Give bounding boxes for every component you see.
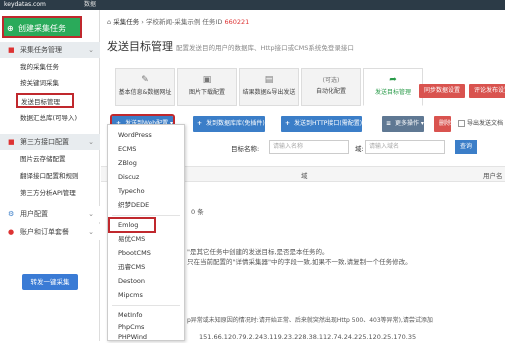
plus-icon: ⊕ [7, 24, 14, 33]
list-icon: ≡ [386, 120, 392, 127]
plus-icon: + [285, 120, 291, 127]
gear-icon: ⚙ [8, 210, 15, 218]
comment-settings-button[interactable]: 评论发布设置 [469, 84, 505, 98]
sidebar-section-label: 用户配置 [20, 210, 48, 218]
cms-option-discuz[interactable]: Discuz [108, 171, 184, 183]
search-button[interactable]: 查询 [455, 140, 477, 154]
column-domain: 域 [301, 172, 308, 180]
plug-icon: ■ [8, 138, 15, 146]
cms-option-mipcms[interactable]: Mipcms [108, 289, 184, 301]
cms-option-typecho[interactable]: Typecho [108, 185, 184, 197]
page-title: 发送目标管理 配置发送目的用户的数据库、Http接口或CMS系统免登录接口 [107, 38, 354, 54]
sidebar-item-send-targets[interactable]: 发送目标管理 [16, 93, 74, 108]
tab-label: 基本信息&数据网址 [118, 89, 172, 96]
export-label: 导出发送文档 [467, 120, 504, 127]
send-to-db-button[interactable]: + 发到数据库库(免插件) [193, 116, 265, 132]
sidebar-section-user-config[interactable]: ⚙ 用户配置 ⌄ [0, 206, 100, 222]
tab-label: 结果数据&导出发送 [242, 89, 296, 96]
domain-label: 域: [355, 145, 364, 153]
cms-option-ecms[interactable]: ECMS [108, 143, 184, 155]
cms-option-dede[interactable]: 织梦DEDE [108, 199, 184, 211]
sidebar-section-account[interactable]: ● 账户和订单套餐 ⌄ [0, 224, 100, 240]
user-icon: ● [8, 228, 15, 236]
sidebar-item-keyword-collect[interactable]: 按关键词采集 [0, 76, 100, 91]
tab-label: 图片下载配置 [188, 89, 225, 96]
tab-send-targets[interactable]: ➦ 发送目标管理 [363, 68, 423, 106]
dropdown-divider [112, 305, 180, 306]
home-icon: ⌂ [107, 18, 112, 26]
tab-basic-info[interactable]: ✎ 基本信息&数据网址 [115, 68, 175, 106]
sidebar-section-task-management[interactable]: ■ 采集任务管理 ⌄ [0, 42, 100, 58]
sidebar-item-my-tasks[interactable]: 我的采集任务 [0, 60, 100, 75]
target-name-label: 目标名称: [231, 145, 260, 153]
cms-option-zblog[interactable]: ZBlog [108, 157, 184, 169]
send-to-http-button[interactable]: + 发送到HTTP接口(需配置) [281, 116, 363, 132]
send-to-http-label: 发送到HTTP接口(需配置) [294, 120, 363, 127]
sidebar-item-translation[interactable]: 翻译接口配置和规则 [0, 169, 100, 184]
ip-whitelist: 151.66.120.79.2.243.119.23.228.38.112.74… [199, 333, 417, 341]
tab-image-download[interactable]: ▣ 图片下载配置 [177, 68, 237, 106]
chevron-down-icon: ⌄ [88, 210, 94, 218]
note-other-tasks: "是其它任务中创建的发送目标,是否是本任务的。 [187, 248, 329, 256]
cms-option-emlog[interactable]: Emlog [108, 217, 156, 233]
dropdown-divider [112, 215, 180, 216]
cms-dropdown-menu: WordPress ECMS ZBlog Discuz Typecho 织梦DE… [107, 124, 185, 341]
more-actions-button[interactable]: ≡ 更多操作 ▾ [382, 116, 424, 132]
cms-option-xunrui[interactable]: 迅睿CMS [108, 261, 184, 273]
image-icon: ▣ [202, 75, 212, 85]
folder-icon: ■ [8, 46, 15, 54]
tab-label: 发送目标管理 [374, 89, 411, 96]
sidebar: ⊕ 创建采集任务 ■ 采集任务管理 ⌄ 我的采集任务 按关键词采集 发送目标管理… [0, 10, 100, 341]
export-checkbox[interactable] [458, 120, 465, 127]
column-username: 用户名 [483, 172, 503, 180]
more-actions-label: 更多操作 [395, 120, 420, 127]
breadcrumb-home[interactable]: 采集任务 [113, 18, 139, 26]
send-to-db-label: 发到数据库库(免插件) [206, 120, 265, 127]
optional-badge: (可选) [322, 77, 340, 84]
sync-settings-button[interactable]: 同步数据设置 [419, 84, 466, 98]
breadcrumb: ⌂ 采集任务 › 学校新闻-采集示例 任务ID 660221 [107, 18, 250, 26]
chevron-down-icon: ⌄ [88, 46, 94, 54]
cms-option-wordpress[interactable]: WordPress [108, 129, 184, 141]
page-subtitle: 配置发送目的用户的数据库、Http接口或CMS系统免登录接口 [176, 44, 354, 52]
sidebar-section-label: 采集任务管理 [20, 46, 62, 54]
chevron-down-icon: ⌄ [88, 138, 94, 146]
share-button[interactable]: 转发一键采集 [22, 274, 78, 290]
breadcrumb-task-id: 660221 [224, 18, 250, 26]
plus-icon: + [197, 120, 203, 127]
ip-whitelist-hint: p异常或未知原因的情况时:请开始正常、后来就突然出现Http 500、403等异… [187, 317, 433, 324]
breadcrumb-id-label: 任务ID [202, 18, 223, 26]
create-task-button[interactable]: ⊕ 创建采集任务 [2, 16, 82, 38]
sidebar-section-label: 账户和订单套餐 [20, 228, 69, 236]
sidebar-section-third-party[interactable]: ■ 第三方接口配置 ⌄ [0, 134, 100, 150]
domain-input[interactable]: 请输入域名 [365, 140, 445, 154]
cms-option-destoon[interactable]: Destoon [108, 275, 184, 287]
edit-icon: ✎ [141, 75, 149, 85]
top-title: 数据 [84, 1, 97, 8]
note-field-consistency: 只在当前配置的"详情采集器"中的字段一致,如果不一致,请复制一个任务修改。 [187, 258, 412, 266]
sidebar-item-analysis-api[interactable]: 第三方分析API管理 [0, 186, 100, 201]
top-bar: keydatas.com 数据 [0, 0, 505, 10]
cms-option-metinfo[interactable]: MetInfo [108, 309, 184, 321]
chevron-down-icon: ⌄ [88, 228, 94, 236]
share-arrow-icon: ➦ [389, 75, 397, 85]
brand-logo: keydatas.com [4, 1, 46, 8]
breadcrumb-task[interactable]: 学校新闻-采集示例 [146, 18, 200, 26]
sidebar-item-image-storage[interactable]: 图片云存储配置 [0, 152, 100, 167]
page-title-text: 发送目标管理 [107, 40, 173, 53]
tab-automation[interactable]: (可选) 自动化配置 [301, 68, 361, 106]
cms-option-pboot[interactable]: PbootCMS [108, 247, 184, 259]
sidebar-item-data-summary[interactable]: 数据汇总库(可导入) [0, 111, 100, 126]
delete-button[interactable]: 删除 [434, 116, 452, 132]
target-name-input[interactable]: 请输入名称 [269, 140, 349, 154]
cms-option-phpwind[interactable]: PHPWind [108, 331, 184, 343]
tab-label: 自动化配置 [315, 88, 346, 95]
create-task-label: 创建采集任务 [18, 24, 66, 33]
tab-result-data[interactable]: ▤ 结果数据&导出发送 [239, 68, 299, 106]
record-count: 0 条 [191, 208, 204, 216]
sidebar-section-label: 第三方接口配置 [20, 138, 69, 146]
table-icon: ▤ [264, 75, 274, 85]
cms-option-eyou[interactable]: 易优CMS [108, 233, 184, 245]
